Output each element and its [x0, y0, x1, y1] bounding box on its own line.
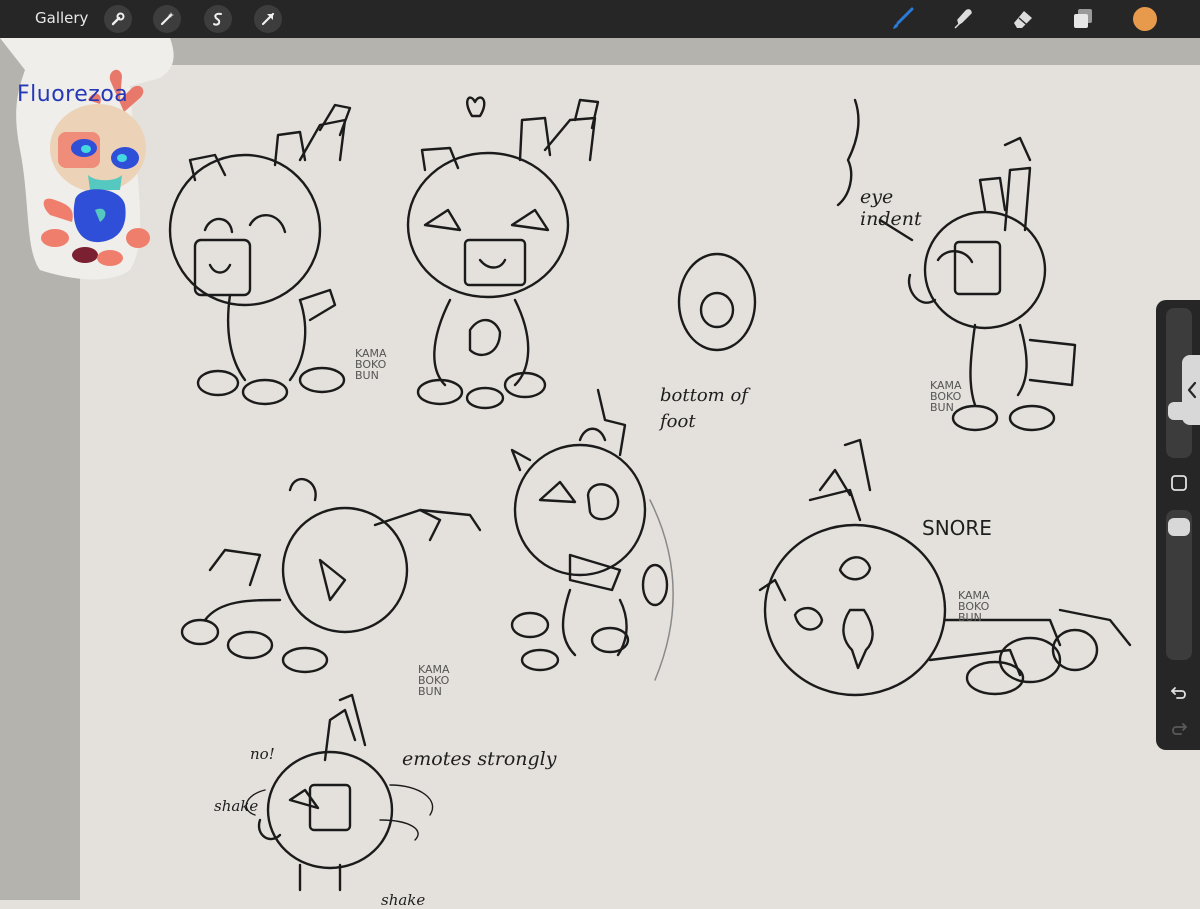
label-kama-boko-bun-2: KAMA BOKO BUN [930, 379, 962, 414]
right-sidebar [1156, 300, 1200, 750]
smudge-tool-button[interactable] [948, 5, 978, 33]
actions-button[interactable] [104, 5, 132, 33]
modify-button[interactable] [1168, 472, 1190, 494]
smudge-icon [954, 9, 972, 29]
square-icon [1171, 475, 1187, 491]
selection-icon [213, 12, 222, 26]
note-shake-left: shake [214, 797, 259, 815]
sketch-creature-5 [510, 388, 674, 681]
note-no: no! [250, 745, 275, 763]
note-snore: SNORE [922, 516, 992, 540]
redo-icon [1172, 723, 1187, 735]
brush-opacity-slider[interactable] [1166, 510, 1192, 660]
label-kama-boko-bun-1: KAMA BOKO BUN [355, 347, 387, 382]
note-shake-right: shake [381, 891, 426, 909]
brush-opacity-handle[interactable] [1168, 518, 1190, 537]
transform-button[interactable] [254, 5, 282, 33]
sketch-title: Fluorezoa [17, 82, 129, 107]
eraser-icon [1014, 11, 1032, 28]
canvas-top-margin [80, 38, 1200, 65]
wrench-icon [111, 12, 125, 26]
sidebar-collapse-button[interactable] [1182, 355, 1200, 425]
top-toolbar: Gallery [0, 0, 1200, 38]
sketch-creature-1 [168, 103, 352, 406]
layers-icon [1074, 9, 1092, 28]
gallery-button[interactable]: Gallery [35, 9, 88, 27]
drawing-canvas[interactable]: Fluorezoa eye indent bottom of foot SNOR… [0, 38, 1200, 909]
sketch-artwork [0, 38, 1200, 900]
foot-bottom-sketch [677, 252, 757, 352]
brush-icon [893, 7, 914, 29]
selection-button[interactable] [204, 5, 232, 33]
sketch-creature-7 [245, 693, 434, 892]
undo-icon [1171, 687, 1186, 699]
label-kama-boko-bun-3: KAMA BOKO BUN [418, 663, 450, 698]
color-swatch[interactable] [1133, 7, 1157, 31]
redo-button[interactable] [1167, 716, 1191, 740]
sketch-creature-6 [758, 438, 1132, 697]
sketch-creature-2 [406, 98, 600, 410]
magic-wand-icon [160, 12, 174, 26]
undo-button[interactable] [1167, 680, 1191, 704]
eraser-tool-button[interactable] [1008, 5, 1038, 33]
brush-tool-button[interactable] [887, 5, 917, 33]
note-emotes-strongly: emotes strongly [402, 748, 557, 770]
sketch-creature-4 [180, 478, 482, 674]
heart-doodle [466, 96, 486, 118]
transform-arrow-icon [261, 12, 275, 26]
note-eye-indent: eye indent [860, 186, 922, 230]
adjustments-button[interactable] [153, 5, 181, 33]
label-kama-boko-bun-4: KAMA BOKO BUN [958, 589, 990, 624]
note-bottom-of-foot: bottom of foot [660, 385, 748, 432]
layers-button[interactable] [1068, 5, 1098, 33]
chevron-left-icon [1187, 381, 1197, 399]
